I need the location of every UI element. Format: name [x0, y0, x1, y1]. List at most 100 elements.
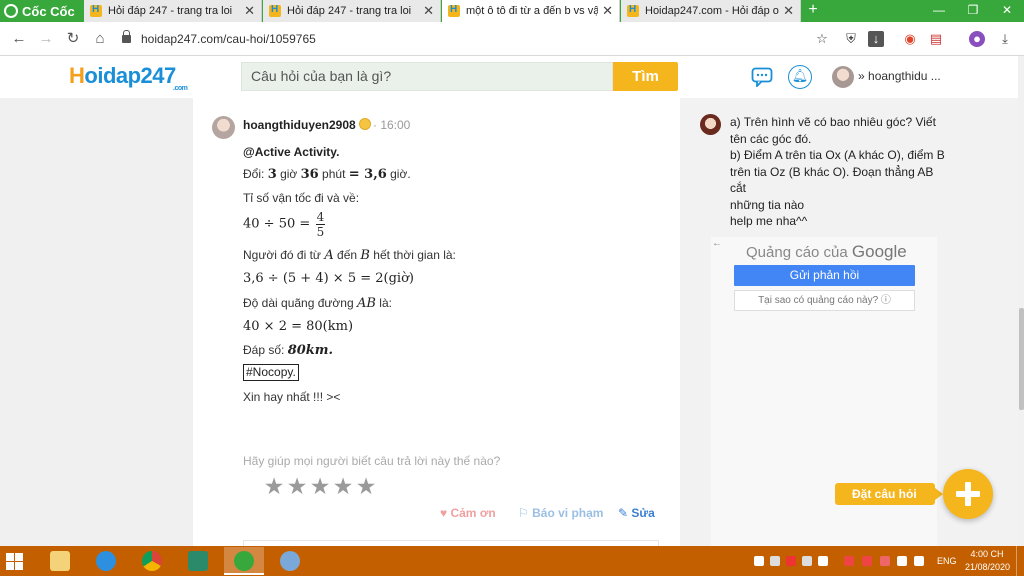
browser-menu-button[interactable]: Cốc Cốc [4, 3, 75, 19]
medal-icon [359, 118, 371, 130]
site-favicon-icon [627, 4, 639, 17]
report-label: Báo vi phạm [532, 506, 604, 520]
browser-name: Cốc Cốc [22, 3, 75, 19]
ad-why-button[interactable]: Tại sao có quảng cáo này? ⓘ [734, 290, 915, 311]
header-username: hoangthidu ... [868, 69, 941, 83]
tray-app-icon[interactable] [754, 556, 764, 566]
chrome-icon[interactable] [132, 547, 172, 575]
coccoc-extension-icon[interactable]: ◉ [902, 31, 918, 47]
thanks-label: Cảm ơn [450, 506, 496, 520]
window-close-icon[interactable]: ✕ [990, 0, 1024, 22]
wifi-icon[interactable] [897, 556, 907, 566]
ad-feedback-button[interactable]: Gửi phản hồi [734, 265, 915, 286]
logo-initial: H [69, 63, 85, 88]
volume-icon[interactable] [914, 556, 924, 566]
scrollbar-track[interactable] [1018, 56, 1024, 546]
star-icon[interactable]: ★ [332, 475, 354, 498]
tray-app-icon[interactable] [786, 556, 796, 566]
site-favicon-icon [448, 4, 460, 17]
profile-avatar-icon[interactable]: ● [969, 31, 985, 47]
answer-closing: Xin hay nhất !!! >< [243, 390, 341, 404]
user-menu[interactable]: » hoangthidu ... [858, 69, 941, 83]
tray-app-icon[interactable] [818, 556, 828, 566]
asker-avatar[interactable] [700, 114, 721, 135]
internet-explorer-icon[interactable] [86, 547, 126, 575]
star-icon[interactable]: ★ [355, 475, 377, 498]
site-logo[interactable]: Hoidap247 .com [69, 63, 188, 92]
star-icon[interactable]: ★ [286, 475, 308, 498]
thanks-button[interactable]: ♥ Cảm ơn [440, 506, 496, 520]
translate-extension-icon[interactable]: ▤ [928, 31, 944, 47]
avatar[interactable] [832, 66, 854, 88]
close-icon[interactable]: ✕ [423, 3, 434, 19]
browser-tab-strip: Cốc Cốc Hỏi đáp 247 - trang tra loi ✕ Hỏ… [0, 0, 1024, 22]
downloads-arrow-icon[interactable]: ⤓ [997, 31, 1013, 47]
browser-toolbar: ← → ↻ ⌂ hoidap247.com/cau-hoi/1059765 ☆ … [0, 22, 1024, 56]
answer-line-distance-expr: 40 × 2 = 80(km) [243, 319, 354, 334]
coccoc-logo-icon [4, 4, 18, 18]
download-icon[interactable]: ↓ [868, 31, 884, 47]
forward-arrow-icon[interactable]: → [37, 30, 55, 48]
question-text: a) Trên hình vẽ có bao nhiêu góc? Viết t… [730, 115, 945, 228]
browser-tab[interactable]: Hỏi đáp 247 - trang tra loi ✕ [84, 0, 262, 22]
show-desktop-button[interactable] [1016, 546, 1024, 576]
answer-line-ratio: 40 ÷ 50 = 4 5 [243, 210, 326, 239]
answer-line-distance-label: Độ dài quãng đường AB là: [243, 296, 392, 311]
report-button[interactable]: ⚐ Báo vi phạm [518, 506, 603, 520]
clock-date[interactable]: 21/08/2020 [965, 562, 1010, 572]
paint-icon[interactable] [270, 547, 310, 575]
adblock-shield-icon[interactable]: ⛨ [843, 31, 859, 47]
close-icon[interactable]: ✕ [783, 3, 794, 19]
browser-tab-active[interactable]: một ô tô đi từ a đến b vs vận ✕ [442, 0, 620, 22]
answerer-avatar[interactable] [212, 116, 235, 139]
pencil-icon: ✎ [618, 506, 629, 520]
language-indicator[interactable]: ENG [937, 556, 957, 566]
star-icon[interactable]: ★ [309, 475, 331, 498]
ad-back-arrow-icon[interactable]: ← [712, 238, 722, 249]
close-icon[interactable]: ✕ [602, 3, 613, 19]
browser-tab[interactable]: Hoidap247.com - Hỏi đáp onl ✕ [621, 0, 801, 22]
edit-button[interactable]: ✎ Sửa [618, 506, 655, 520]
app-icon[interactable] [178, 547, 218, 575]
tray-app-icon[interactable] [862, 556, 872, 566]
ask-question-label[interactable]: Đặt câu hỏi [835, 483, 943, 505]
reload-icon[interactable]: ↻ [64, 30, 82, 48]
search-button[interactable]: Tìm [613, 62, 678, 91]
answer-line-ratio-label: Tỉ số vận tốc đi và về: [243, 191, 360, 205]
site-favicon-icon [90, 4, 102, 17]
bookmark-star-icon[interactable]: ☆ [814, 31, 830, 47]
bell-icon[interactable]: 🔔︎ [788, 65, 812, 89]
google-brand: Google [851, 242, 907, 261]
windows-start-icon[interactable] [6, 553, 24, 570]
address-bar[interactable]: hoidap247.com/cau-hoi/1059765 [122, 28, 782, 50]
coccoc-taskbar-icon[interactable] [224, 547, 264, 575]
logo-domain: .com [173, 85, 188, 92]
back-arrow-icon[interactable]: ← [10, 30, 28, 48]
tray-app-icon[interactable] [770, 556, 780, 566]
logo-text: oidap247 [84, 63, 176, 88]
heart-icon: ♥ [440, 506, 448, 520]
search-input[interactable]: Câu hỏi của bạn là gì? [241, 62, 613, 91]
star-icon[interactable]: ★ [263, 475, 285, 498]
chat-icon[interactable] [751, 67, 773, 87]
answer-line-convert: Đổi: 3 giờ 36 phút = 3,6 giờ. [243, 167, 411, 182]
tray-app-icon[interactable] [802, 556, 812, 566]
new-tab-plus-icon[interactable]: + [804, 0, 822, 22]
tab-title: Hoidap247.com - Hỏi đáp onl [645, 5, 780, 17]
site-favicon-icon [269, 4, 281, 17]
close-icon[interactable]: ✕ [244, 3, 255, 19]
browser-tab[interactable]: Hỏi đáp 247 - trang tra loi ✕ [263, 0, 441, 22]
file-explorer-icon[interactable] [40, 547, 80, 575]
answer-line-result: Đáp số: 80km. [243, 343, 334, 358]
tray-app-icon[interactable] [844, 556, 854, 566]
scrollbar-thumb[interactable] [1019, 308, 1024, 410]
answerer-username[interactable]: hoangthiduyen2908 [243, 118, 356, 132]
ask-question-plus-icon[interactable] [943, 469, 993, 519]
tray-app-icon[interactable] [880, 556, 890, 566]
rating-stars: ★ ★ ★ ★ ★ [263, 475, 378, 498]
clock-time[interactable]: 4:00 CH [965, 549, 1009, 559]
home-icon[interactable]: ⌂ [91, 30, 109, 48]
minimize-icon[interactable]: — [922, 0, 956, 22]
answer-time: · 16:00 [373, 118, 411, 132]
restore-icon[interactable]: ❐ [956, 0, 990, 22]
